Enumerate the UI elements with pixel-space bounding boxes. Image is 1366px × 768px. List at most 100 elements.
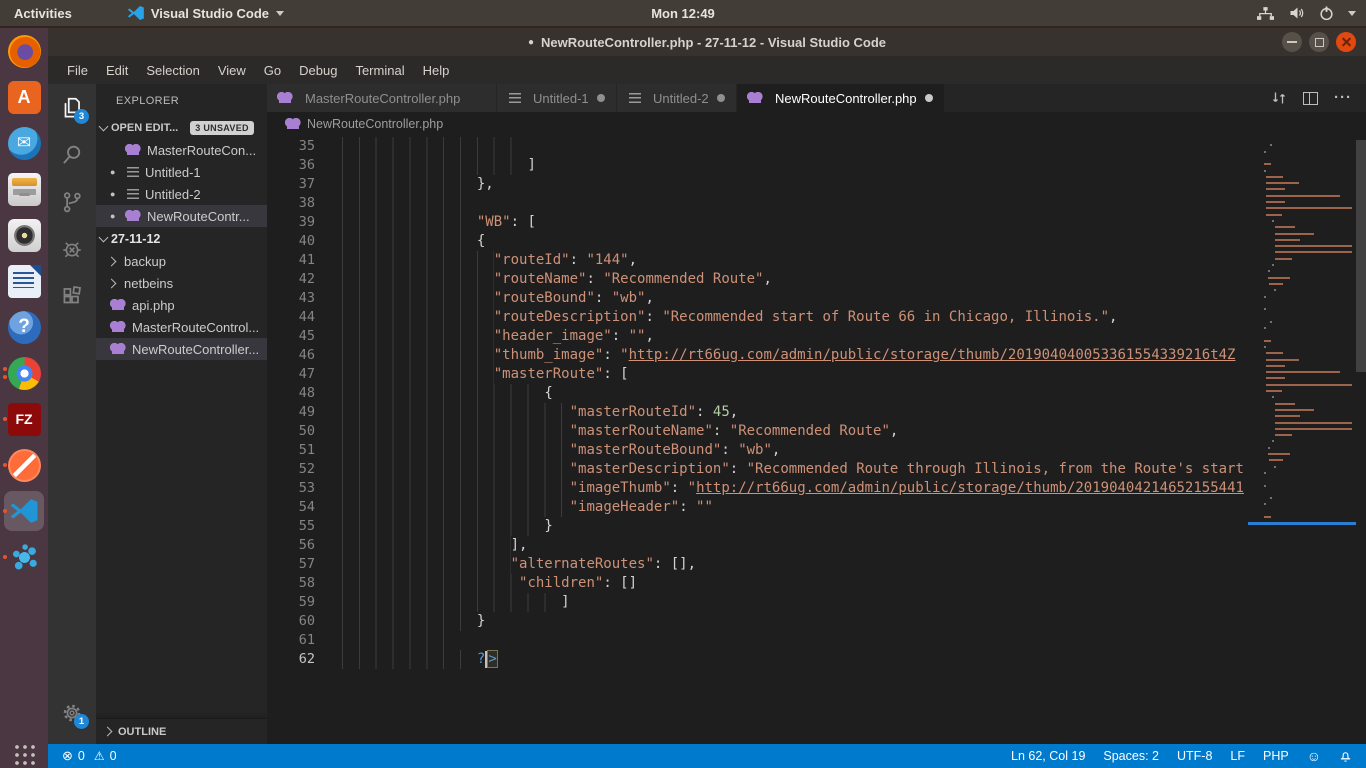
code-line[interactable]: 46"thumb_image": "http://rt66ug.com/admi… xyxy=(267,346,1248,365)
editor-scrollbar[interactable] xyxy=(1356,140,1366,372)
code-line[interactable]: 47"masterRoute": [ xyxy=(267,365,1248,384)
clock[interactable]: Mon 12:49 xyxy=(651,0,715,26)
explorer-activity-button[interactable]: 3 xyxy=(48,84,96,131)
code-line[interactable]: 44"routeDescription": "Recommended start… xyxy=(267,308,1248,327)
token: "imageThumb" xyxy=(570,480,671,496)
indentation-status[interactable]: Spaces: 2 xyxy=(1103,749,1159,763)
open-changes-icon[interactable] xyxy=(1271,90,1287,106)
code-line[interactable]: 41"routeId": "144", xyxy=(267,251,1248,270)
folder-section-header[interactable]: 27-11-12 xyxy=(96,228,267,250)
open-editor-item[interactable]: ●Untitled-1 xyxy=(96,161,267,183)
code-line[interactable]: 59] xyxy=(267,593,1248,612)
outline-section-header[interactable]: OUTLINE xyxy=(96,718,267,744)
open-editor-item[interactable]: MasterRouteCon... xyxy=(96,139,267,161)
code-line[interactable]: 50"masterRouteName": "Recommended Route"… xyxy=(267,422,1248,441)
tab-NewRouteController-php[interactable]: NewRouteController.php xyxy=(737,84,945,112)
code-line[interactable]: 61 xyxy=(267,631,1248,650)
tab-Untitled-2[interactable]: Untitled-2 xyxy=(617,84,737,112)
problems-status[interactable]: 0 0 xyxy=(62,748,117,764)
dock-ubuntu-software[interactable] xyxy=(0,74,48,120)
menu-go[interactable]: Go xyxy=(255,60,290,81)
minimize-button[interactable] xyxy=(1282,32,1302,52)
code-line[interactable]: 35 xyxy=(267,137,1248,156)
token: : xyxy=(595,290,612,306)
code-line[interactable]: 42"routeName": "Recommended Route", xyxy=(267,270,1248,289)
menu-file[interactable]: File xyxy=(58,60,97,81)
debug-activity-button[interactable] xyxy=(48,225,96,272)
code-editor[interactable]: 3536]37},3839"WB": [40{41"routeId": "144… xyxy=(267,136,1366,744)
focused-app-menu[interactable]: Visual Studio Code xyxy=(128,5,284,21)
token: : xyxy=(679,499,696,515)
tree-item-backup[interactable]: backup xyxy=(96,250,267,272)
open-editors-header[interactable]: OPEN EDIT... 3 UNSAVED xyxy=(96,117,267,139)
notifications-bell-icon[interactable] xyxy=(1339,749,1352,763)
breadcrumb[interactable]: NewRouteController.php xyxy=(267,112,1366,136)
code-text: ] xyxy=(315,156,1248,175)
split-editor-icon[interactable] xyxy=(1303,92,1318,105)
manage-button[interactable]: 1 xyxy=(48,689,96,736)
menu-edit[interactable]: Edit xyxy=(97,60,137,81)
menu-view[interactable]: View xyxy=(209,60,255,81)
code-line[interactable]: 38 xyxy=(267,194,1248,213)
more-actions-icon[interactable]: ··· xyxy=(1334,93,1352,103)
minimap[interactable] xyxy=(1248,136,1356,744)
line-number: 45 xyxy=(267,327,315,346)
dock-help[interactable] xyxy=(0,304,48,350)
code-line[interactable]: 60} xyxy=(267,612,1248,631)
cursor-position-status[interactable]: Ln 62, Col 19 xyxy=(1011,749,1085,763)
dock-firefox[interactable] xyxy=(0,28,48,74)
code-line[interactable]: 51"masterRouteBound": "wb", xyxy=(267,441,1248,460)
dock-files[interactable] xyxy=(0,166,48,212)
feedback-smiley-icon[interactable] xyxy=(1307,748,1321,764)
code-line[interactable]: 57"alternateRoutes": [], xyxy=(267,555,1248,574)
code-line[interactable]: 62?> xyxy=(267,650,1248,669)
code-line[interactable]: 39"WB": [ xyxy=(267,213,1248,232)
maximize-button[interactable] xyxy=(1309,32,1329,52)
tree-item-api-php[interactable]: api.php xyxy=(96,294,267,316)
menu-terminal[interactable]: Terminal xyxy=(346,60,413,81)
menu-help[interactable]: Help xyxy=(414,60,459,81)
dock-libreoffice-writer[interactable] xyxy=(0,258,48,304)
code-line[interactable]: 55} xyxy=(267,517,1248,536)
window-title-bar[interactable]: ● NewRouteController.php - 27-11-12 - Vi… xyxy=(48,28,1366,56)
show-applications-button[interactable] xyxy=(12,742,36,766)
eol-status[interactable]: LF xyxy=(1230,749,1245,763)
tab-Untitled-1[interactable]: Untitled-1 xyxy=(497,84,617,112)
dock-filezilla[interactable] xyxy=(0,396,48,442)
source-control-activity-button[interactable] xyxy=(48,178,96,225)
search-activity-button[interactable] xyxy=(48,131,96,178)
code-line[interactable]: 43"routeBound": "wb", xyxy=(267,289,1248,308)
dock-rhythmbox[interactable] xyxy=(0,212,48,258)
extensions-activity-button[interactable] xyxy=(48,272,96,319)
code-line[interactable]: 40{ xyxy=(267,232,1248,251)
dock-postman[interactable] xyxy=(0,442,48,488)
code-line[interactable]: 48{ xyxy=(267,384,1248,403)
tree-item-netbeins[interactable]: netbeins xyxy=(96,272,267,294)
dock-vscode[interactable] xyxy=(0,488,48,534)
dock-paint-splash[interactable] xyxy=(0,534,48,580)
activities-button[interactable]: Activities xyxy=(0,0,86,26)
tree-item-MasterRouteControl-[interactable]: MasterRouteControl... xyxy=(96,316,267,338)
menu-selection[interactable]: Selection xyxy=(137,60,208,81)
encoding-status[interactable]: UTF-8 xyxy=(1177,749,1212,763)
code-line[interactable]: 45"header_image": "", xyxy=(267,327,1248,346)
code-line[interactable]: 53"imageThumb": "http://rt66ug.com/admin… xyxy=(267,479,1248,498)
menu-debug[interactable]: Debug xyxy=(290,60,346,81)
code-line[interactable]: 56], xyxy=(267,536,1248,555)
filezilla-icon xyxy=(8,403,41,436)
code-line[interactable]: 58"children": [] xyxy=(267,574,1248,593)
dock-chrome[interactable] xyxy=(0,350,48,396)
language-mode-status[interactable]: PHP xyxy=(1263,749,1289,763)
dock-thunderbird[interactable] xyxy=(0,120,48,166)
system-tray[interactable] xyxy=(1257,0,1356,26)
code-line[interactable]: 37}, xyxy=(267,175,1248,194)
open-editor-item[interactable]: ●NewRouteContr... xyxy=(96,205,267,227)
tab-MasterRouteController-php[interactable]: MasterRouteController.php xyxy=(267,84,497,112)
tree-item-NewRouteController-[interactable]: NewRouteController... xyxy=(96,338,267,360)
close-button[interactable] xyxy=(1336,32,1356,52)
open-editor-item[interactable]: ●Untitled-2 xyxy=(96,183,267,205)
code-line[interactable]: 36] xyxy=(267,156,1248,175)
code-line[interactable]: 54"imageHeader": "" xyxy=(267,498,1248,517)
code-line[interactable]: 49"masterRouteId": 45, xyxy=(267,403,1248,422)
code-line[interactable]: 52"masterDescription": "Recommended Rout… xyxy=(267,460,1248,479)
